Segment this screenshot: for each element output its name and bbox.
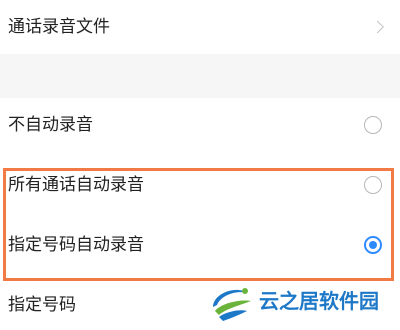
watermark-text: 云之居软件园	[259, 289, 379, 313]
option-label: 指定号码自动录音	[8, 235, 144, 255]
call-recording-files-label: 通话录音文件	[8, 17, 110, 37]
watermark-logo-icon	[213, 288, 251, 321]
specified-numbers-label: 指定号码	[8, 295, 76, 315]
call-recording-files-row[interactable]: 通话录音文件	[0, 0, 400, 54]
radio-button-checked[interactable]	[364, 236, 382, 254]
option-label: 不自动录音	[8, 115, 93, 135]
option-record-all-calls[interactable]: 所有通话自动录音	[0, 158, 400, 212]
chevron-right-icon	[371, 20, 384, 34]
radio-button-unchecked[interactable]	[364, 116, 382, 134]
option-label: 所有通话自动录音	[8, 175, 144, 195]
radio-button-unchecked[interactable]	[364, 176, 382, 194]
section-divider	[0, 54, 400, 98]
option-record-specified-numbers[interactable]: 指定号码自动录音	[0, 218, 400, 272]
option-no-auto-record[interactable]: 不自动录音	[0, 98, 400, 152]
watermark: 云之居软件园	[207, 281, 397, 325]
